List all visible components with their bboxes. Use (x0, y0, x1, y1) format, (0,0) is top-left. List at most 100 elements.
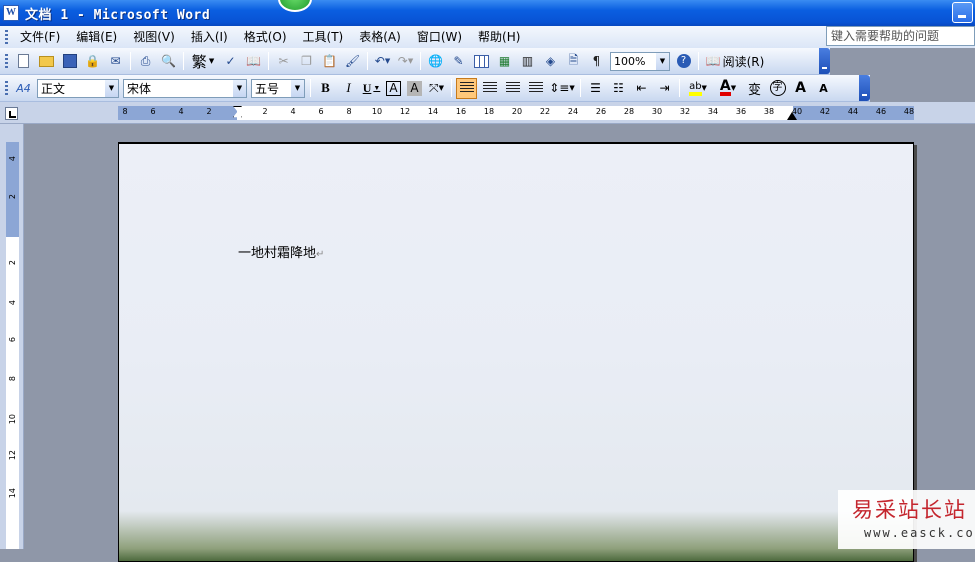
open-button[interactable] (36, 51, 57, 72)
menu-help[interactable]: 帮助(H) (470, 28, 528, 46)
increase-indent-button[interactable]: ⇥ (654, 78, 675, 99)
toolbar-grip[interactable] (5, 81, 8, 95)
read-mode-button[interactable]: 📖 阅读(R) (703, 51, 767, 72)
numbering-button[interactable]: ☰ (585, 78, 606, 99)
insert-table-button[interactable] (471, 51, 492, 72)
columns-button[interactable]: ▥ (517, 51, 538, 72)
email-button[interactable]: ✉ (105, 51, 126, 72)
char-scaling-button[interactable]: ⤧ ▼ (426, 78, 447, 99)
bold-button[interactable]: B (315, 78, 336, 99)
bullets-button[interactable]: ☷ (608, 78, 629, 99)
chevron-down-icon: ▼ (373, 84, 381, 92)
chevron-down-icon: ▼ (656, 52, 669, 70)
style-select[interactable]: 正文 ▼ (37, 78, 119, 98)
font-color-button[interactable]: A ▼ (714, 78, 742, 99)
research-button[interactable]: 📖 (243, 51, 264, 72)
menu-insert[interactable]: 插入(I) (183, 28, 236, 46)
distributed-button[interactable] (525, 78, 546, 99)
toolbar-options-button[interactable] (819, 48, 830, 74)
ruler-tick-label: 34 (707, 107, 719, 116)
toolbar-grip[interactable] (5, 54, 8, 68)
toolbar-separator (580, 79, 581, 97)
menu-window[interactable]: 窗口(W) (409, 28, 470, 46)
hyperlink-button[interactable]: 🌐 (425, 51, 446, 72)
help-search-input[interactable]: 键入需要帮助的问题 (826, 26, 975, 46)
chevron-down-icon: ▼ (208, 57, 215, 65)
print-button[interactable]: ⎙ (135, 51, 156, 72)
save-button[interactable] (59, 51, 80, 72)
enclose-chars-button[interactable]: 字 (767, 78, 788, 99)
document-body[interactable]: 一地村霜降地↵ (238, 242, 324, 261)
tables-borders-button[interactable]: ✎ (448, 51, 469, 72)
drawing-button[interactable]: ◈ (540, 51, 561, 72)
copy-icon: ❐ (301, 54, 312, 68)
char-border-button[interactable]: A (386, 80, 401, 96)
toolbar-options-button[interactable] (859, 75, 870, 101)
new-document-button[interactable] (13, 51, 34, 72)
ruler-tick-label: 2 (262, 107, 268, 116)
printer-icon: ⎙ (140, 53, 151, 68)
redo-button[interactable]: ↷ ▼ (395, 51, 416, 72)
vertical-ruler[interactable]: 4 2 2 4 6 8 10 12 14 (0, 124, 24, 549)
align-right-button[interactable] (502, 78, 523, 99)
toolbar-separator (268, 52, 269, 70)
paintbrush-icon: 🖌 (344, 54, 361, 68)
cut-button[interactable]: ✂ (273, 51, 294, 72)
line-spacing-button[interactable]: ⇕≡ ▼ (548, 78, 576, 99)
font-select[interactable]: 宋体 ▼ (123, 78, 247, 98)
highlight-button[interactable]: ab ▼ (684, 78, 712, 99)
document-page[interactable]: 一地村霜降地↵ (118, 142, 914, 562)
title-bar: W 文档 1 - Microsoft Word (0, 0, 975, 26)
menu-table[interactable]: 表格(A) (351, 28, 409, 46)
underline-button[interactable]: U ▼ (361, 78, 382, 99)
ruler-tick-label: 14 (427, 107, 439, 116)
menu-tools[interactable]: 工具(T) (295, 28, 352, 46)
document-map-button[interactable]: 🗎 (563, 51, 584, 72)
print-preview-button[interactable]: 🔍 (158, 51, 179, 72)
font-size-select[interactable]: 五号 ▼ (251, 78, 305, 98)
menu-format[interactable]: 格式(O) (236, 28, 295, 46)
undo-button[interactable]: ↶ ▼ (372, 51, 393, 72)
permission-button[interactable]: 🔒 (82, 51, 103, 72)
spelling-button[interactable]: ✓ (220, 51, 241, 72)
show-hide-button[interactable]: ¶ (586, 51, 607, 72)
styles-formatting-button[interactable]: A4 (13, 78, 34, 99)
ruler-tick-label: 46 (875, 107, 887, 116)
align-left-button[interactable] (456, 77, 477, 99)
right-indent-marker[interactable] (787, 112, 797, 120)
ruler-tick-label: 6 (318, 107, 324, 116)
shrink-font-button[interactable]: A (813, 78, 834, 99)
enclose-chars-icon: 字 (769, 80, 786, 96)
format-painter-button[interactable]: 🖌 (342, 51, 363, 72)
menu-edit[interactable]: 编辑(E) (68, 28, 125, 46)
phonetic-guide-button[interactable]: 变 (744, 78, 765, 99)
ruler-tick-label: 42 (819, 107, 831, 116)
paste-button[interactable]: 📋 (319, 51, 340, 72)
italic-button[interactable]: I (338, 78, 359, 99)
zoom-select[interactable]: 100% ▼ (610, 51, 670, 71)
tab-selector[interactable] (5, 107, 18, 120)
word-app-icon[interactable]: W (3, 5, 19, 21)
insert-excel-button[interactable]: ▦ (494, 51, 515, 72)
char-shading-button[interactable]: A (407, 80, 422, 96)
vertical-ruler-strip: 4 2 2 4 6 8 10 12 14 (6, 142, 19, 549)
ruler-tick-label: 30 (651, 107, 663, 116)
help-button[interactable]: ? (673, 51, 694, 72)
ruler-tick-label: 18 (483, 107, 495, 116)
copy-button[interactable]: ❐ (296, 51, 317, 72)
horizontal-ruler[interactable]: 8 6 4 2 2 4 6 8 10 12 14 16 18 20 22 24 26 28 30 32 34 36 38 40… (0, 102, 975, 124)
vertical-ruler-tick-label: 6 (8, 337, 17, 343)
decrease-indent-button[interactable]: ⇤ (631, 78, 652, 99)
open-book-icon: 📖 (705, 54, 721, 68)
minimize-button[interactable] (952, 2, 973, 23)
menu-view[interactable]: 视图(V) (125, 28, 183, 46)
menu-file[interactable]: 文件(F) (12, 28, 68, 46)
menubar-grip[interactable] (5, 30, 8, 44)
watermark-url: www.easck.com (864, 526, 975, 540)
bold-label: B (321, 80, 330, 95)
columns-icon: ▥ (521, 54, 534, 68)
traditional-chinese-button[interactable]: 繁 ▼ (188, 51, 218, 72)
grow-font-button[interactable]: A (790, 78, 811, 99)
green-orb-decoration (278, 0, 312, 12)
align-center-button[interactable] (479, 78, 500, 99)
